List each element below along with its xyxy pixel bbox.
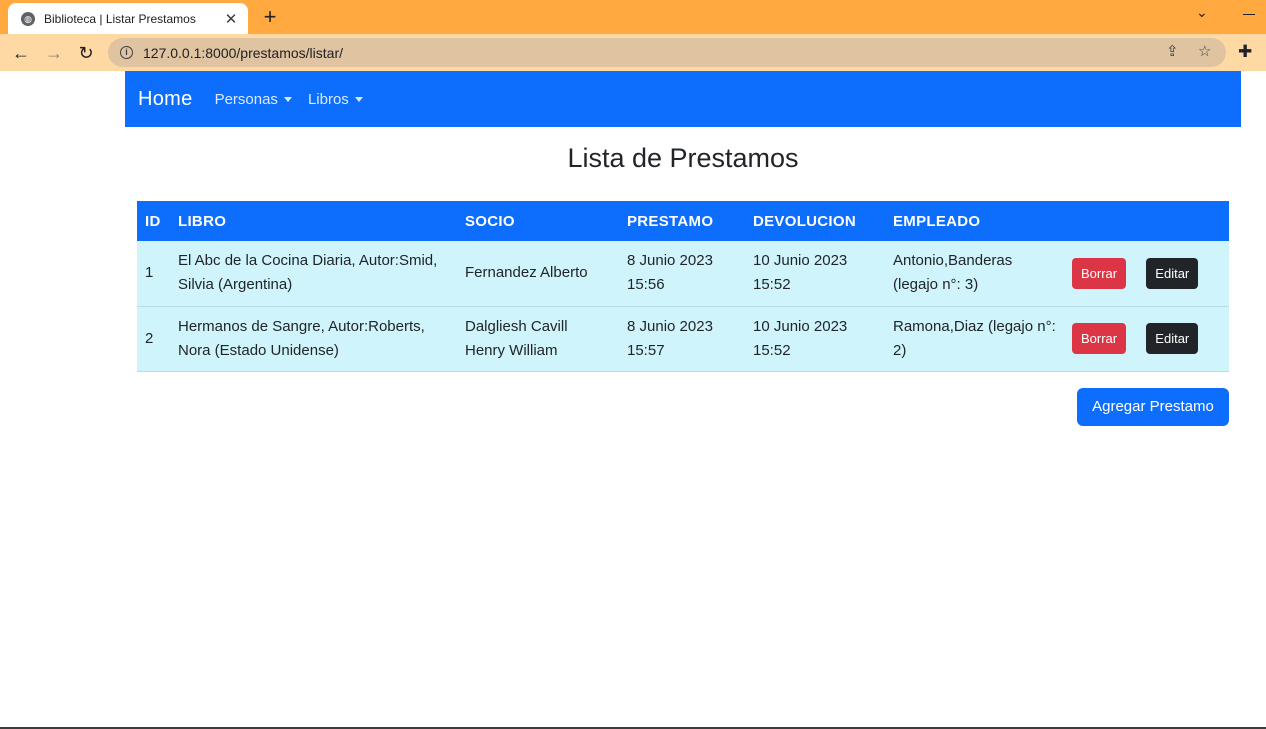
caret-down-icon	[283, 96, 292, 102]
page-title: Lista de Prestamos	[567, 143, 799, 173]
url-text: 127.0.0.1:8000/prestamos/listar/	[143, 44, 344, 61]
cell-devolucion: 10 Junio 2023 15:52	[745, 306, 885, 372]
bookmark-star-icon[interactable]: ☆	[1198, 42, 1211, 60]
header-empleado: EMPLEADO	[885, 201, 1064, 241]
prestamos-table: ID LIBRO SOCIO PRESTAMO DEVOLUCION EMPLE…	[137, 201, 1229, 372]
navbar-brand-home[interactable]: Home	[138, 88, 193, 111]
nav-dropdown-label: Personas	[214, 90, 278, 108]
site-info-icon[interactable]: i	[120, 46, 133, 59]
cell-socio: Dalgliesh Cavill Henry William	[457, 306, 619, 372]
header-id: ID	[137, 201, 170, 241]
cell-empleado: Antonio,Banderas (legajo n°: 3)	[885, 241, 1064, 307]
nav-dropdown-label: Libros	[307, 90, 349, 108]
table-row: 1 El Abc de la Cocina Diaria, Autor:Smid…	[137, 241, 1229, 307]
tab-title: Biblioteca | Listar Prestamos	[44, 11, 196, 26]
delete-button[interactable]: Borrar	[1072, 257, 1127, 289]
edit-button[interactable]: Editar	[1146, 323, 1199, 354]
header-actions	[1064, 201, 1229, 241]
cell-id: 2	[137, 306, 170, 372]
reload-icon[interactable]: ↻	[73, 40, 99, 66]
table-row: 2 Hermanos de Sangre, Autor:Roberts, Nor…	[137, 306, 1229, 372]
nav-dropdown-libros[interactable]: Libros	[308, 91, 363, 108]
minimize-window-icon[interactable]	[1243, 14, 1255, 15]
header-libro: LIBRO	[170, 201, 457, 241]
forward-arrow-icon[interactable]: →	[41, 40, 67, 66]
cell-actions: Borrar Editar	[1064, 306, 1229, 372]
header-prestamo: PRESTAMO	[619, 201, 745, 241]
caret-down-icon	[354, 96, 363, 102]
main-navbar: Home Personas Libros	[125, 71, 1241, 127]
edit-button[interactable]: Editar	[1146, 257, 1199, 289]
address-bar[interactable]: i 127.0.0.1:8000/prestamos/listar/ ⇪ ☆	[108, 38, 1226, 67]
cell-socio: Fernandez Alberto	[457, 241, 619, 307]
add-prestamo-button[interactable]: Agregar Prestamo	[1077, 388, 1229, 426]
extensions-puzzle-icon[interactable]: ✚	[1238, 42, 1252, 62]
header-socio: SOCIO	[457, 201, 619, 241]
cell-prestamo: 8 Junio 2023 15:57	[619, 306, 745, 372]
delete-button[interactable]: Borrar	[1072, 323, 1127, 354]
share-icon[interactable]: ⇪	[1166, 42, 1179, 60]
browser-tab[interactable]: ◍ Biblioteca | Listar Prestamos ✕	[8, 3, 248, 34]
cell-libro: Hermanos de Sangre, Autor:Roberts, Nora …	[170, 306, 457, 372]
back-arrow-icon[interactable]: ←	[8, 40, 34, 66]
close-tab-icon[interactable]: ✕	[222, 10, 240, 28]
cell-empleado: Ramona,Diaz (legajo n°: 2)	[885, 306, 1064, 372]
header-devolucion: DEVOLUCION	[745, 201, 885, 241]
cell-devolucion: 10 Junio 2023 15:52	[745, 241, 885, 307]
cell-id: 1	[137, 241, 170, 307]
table-header-row: ID LIBRO SOCIO PRESTAMO DEVOLUCION EMPLE…	[137, 201, 1229, 241]
browser-tabstrip: ◍ Biblioteca | Listar Prestamos ✕ + ⌄	[0, 0, 1266, 34]
cell-actions: Borrar Editar	[1064, 241, 1229, 307]
browser-toolbar: ← → ↻ i 127.0.0.1:8000/prestamos/listar/…	[0, 34, 1266, 71]
cell-libro: El Abc de la Cocina Diaria, Autor:Smid, …	[170, 241, 457, 307]
tab-search-chevron-icon[interactable]: ⌄	[1196, 4, 1208, 21]
nav-dropdown-personas[interactable]: Personas	[215, 91, 292, 108]
new-tab-button[interactable]: +	[258, 4, 282, 30]
globe-icon: ◍	[21, 11, 35, 26]
cell-prestamo: 8 Junio 2023 15:56	[619, 241, 745, 307]
